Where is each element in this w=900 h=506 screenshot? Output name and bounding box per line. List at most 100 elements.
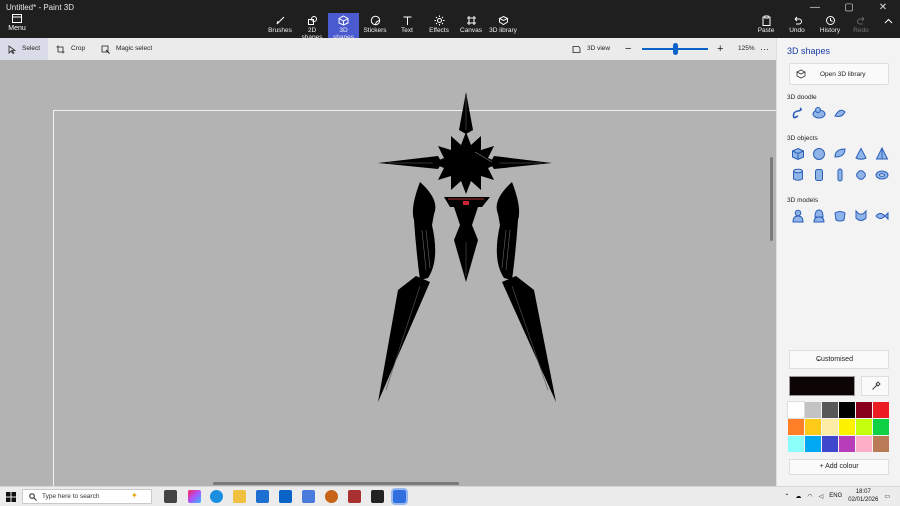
copilot-icon[interactable] [188,490,201,503]
tool-stickers[interactable]: Stickers [362,13,388,38]
crop-button[interactable]: Crop [56,38,85,60]
canvas-icon [466,16,476,25]
canvas-area[interactable] [0,60,776,486]
palette-swatch[interactable] [822,436,838,452]
zoom-out-button[interactable]: − [625,38,631,60]
3d-doodle-label: 3D doodle [787,94,817,101]
tool-2d-shapes[interactable]: 2D shapes [297,13,327,41]
zoom-slider-thumb[interactable] [673,43,678,55]
palette-swatch[interactable] [805,419,821,435]
tube-doodle-icon[interactable] [833,106,847,120]
paint3d-active-icon[interactable] [391,488,408,505]
current-color-swatch[interactable] [789,376,855,396]
app-icon-orange[interactable] [325,490,338,503]
pyramid-icon[interactable] [875,147,889,161]
palette-swatch[interactable] [787,401,805,419]
hemisphere-icon[interactable] [833,147,847,161]
tool-3d-shapes[interactable]: 3D shapes [328,13,359,41]
palette-swatch[interactable] [839,402,855,418]
windows-start-icon[interactable] [6,492,16,502]
more-options-button[interactable]: ··· [760,38,769,60]
palette-swatch[interactable] [873,436,889,452]
woman-model-icon[interactable] [812,209,826,223]
menu-icon [4,14,30,25]
palette-swatch[interactable] [805,436,821,452]
clock[interactable]: 18:07 02/01/2026 [848,488,878,504]
palette-swatch[interactable] [839,436,855,452]
open-3d-library-label: Open 3D library [820,71,866,78]
language-indicator[interactable]: ENG [829,493,842,499]
soft-doodle-icon[interactable] [812,106,826,120]
eyedropper-button[interactable] [861,376,889,396]
3d-shapes-icon [338,15,349,26]
horizontal-scrollbar[interactable] [213,482,459,485]
outlook-icon[interactable] [279,490,292,503]
cloud-icon[interactable]: ☁ [795,493,801,500]
zoom-in-button[interactable]: + [717,38,723,60]
add-colour-button[interactable]: + Add colour [789,459,889,475]
palette-swatch[interactable] [822,402,838,418]
tool-label: Brushes [268,27,292,34]
palette-swatch[interactable] [839,419,855,435]
palette-swatch[interactable] [822,419,838,435]
tool-3d-library[interactable]: 3D library [488,13,518,38]
wifi-icon[interactable]: ◠ [807,493,812,500]
volume-icon[interactable]: ◁ [819,493,824,500]
epic-games-icon[interactable] [371,490,384,503]
tool-label: 3D library [489,27,517,34]
drawn-figure[interactable] [370,90,560,406]
palette-swatch[interactable] [856,419,872,435]
file-explorer-icon[interactable] [233,490,246,503]
taskbar-search[interactable]: Type here to search ✦ [22,489,152,504]
panel-title: 3D shapes [787,46,831,56]
material-dropdown[interactable]: Customised ⌄ [789,350,889,369]
store-icon[interactable] [256,490,269,503]
torus-icon[interactable] [875,168,889,182]
notifications-icon[interactable]: ▭ [884,493,890,500]
capsule-icon[interactable] [833,168,847,182]
open-3d-library-button[interactable]: Open 3D library [789,63,889,85]
tool-brushes[interactable]: Brushes [267,13,293,38]
select-button[interactable]: Select [0,38,48,60]
tool-effects[interactable]: Effects [427,13,451,38]
magic-select-button[interactable]: Magic select [101,38,152,60]
task-view-icon[interactable] [164,490,177,503]
paint3d-taskbar-icon[interactable] [302,490,315,503]
palette-swatch[interactable] [788,419,804,435]
palette-swatch[interactable] [873,402,889,418]
color-palette [787,401,890,453]
history-button[interactable]: History [818,13,842,38]
brush-icon [276,16,284,25]
rounded-icon[interactable] [854,168,868,182]
cylinder-icon[interactable] [791,168,805,182]
chevron-up-icon[interactable]: ⌃ [784,493,789,500]
dog-model-icon[interactable] [833,209,847,223]
cube-icon[interactable] [791,147,805,161]
tube-icon[interactable] [812,168,826,182]
man-model-icon[interactable] [791,209,805,223]
text-icon [403,16,411,25]
fish-model-icon[interactable] [875,209,889,223]
palette-swatch[interactable] [873,419,889,435]
palette-swatch[interactable] [856,436,872,452]
close-button[interactable]: ✕ [866,0,900,16]
palette-swatch[interactable] [805,402,821,418]
3d-view-button[interactable]: 3D view [572,38,610,60]
tool-canvas[interactable]: Canvas [459,13,483,38]
tool-text[interactable]: Text [395,13,419,38]
redo-button[interactable]: Redo [851,13,871,38]
app-icon-red[interactable] [348,490,361,503]
cone-icon[interactable] [854,147,868,161]
undo-button[interactable]: Undo [787,13,807,38]
sphere-icon[interactable] [812,147,826,161]
palette-swatch[interactable] [856,402,872,418]
vertical-scrollbar[interactable] [770,157,773,241]
palette-swatch[interactable] [788,436,804,452]
edge-icon[interactable] [210,490,223,503]
menu-button[interactable]: Menu [4,14,30,36]
cat-model-icon[interactable] [854,209,868,223]
3d-library-icon [796,69,806,79]
sharp-doodle-icon[interactable] [791,106,805,120]
paste-button[interactable]: Paste [755,13,777,38]
redo-label: Redo [853,27,869,34]
